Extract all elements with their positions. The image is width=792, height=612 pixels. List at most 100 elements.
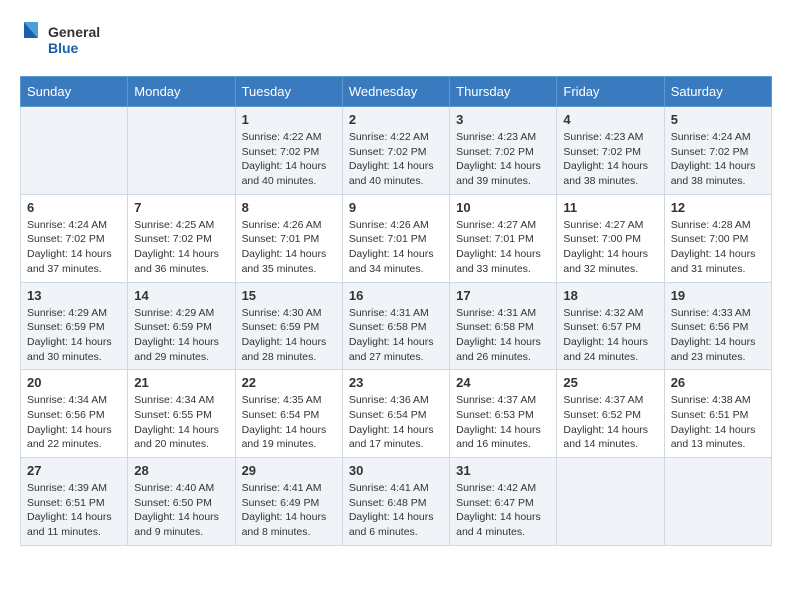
- cell-sun-info: Sunrise: 4:23 AMSunset: 7:02 PMDaylight:…: [456, 130, 550, 189]
- logo-container: General Blue: [20, 20, 130, 60]
- cell-sun-info: Sunrise: 4:29 AMSunset: 6:59 PMDaylight:…: [27, 306, 121, 365]
- cell-sun-info: Sunrise: 4:41 AMSunset: 6:49 PMDaylight:…: [242, 481, 336, 540]
- calendar-cell: 25Sunrise: 4:37 AMSunset: 6:52 PMDayligh…: [557, 370, 664, 458]
- calendar-cell: 17 Sunrise: 4:31 AMSunset: 6:58 PMDayligh…: [450, 282, 557, 370]
- cell-sun-info: Sunrise: 4:39 AMSunset: 6:51 PMDaylight:…: [27, 481, 121, 540]
- day-number: 15: [242, 288, 336, 303]
- cell-sun-info: Sunrise: 4:42 AMSunset: 6:47 PMDaylight:…: [456, 481, 550, 540]
- cell-sun-info: Sunrise: 4:24 AMSunset: 7:02 PMDaylight:…: [671, 130, 765, 189]
- logo-svg: General Blue: [20, 20, 130, 60]
- cell-sun-info: Sunrise: 4:40 AMSunset: 6:50 PMDaylight:…: [134, 481, 228, 540]
- day-number: 17: [456, 288, 550, 303]
- cell-sun-info: Sunrise: 4:32 AMSunset: 6:57 PMDaylight:…: [563, 306, 657, 365]
- day-number: 27: [27, 463, 121, 478]
- calendar-cell: 9 Sunrise: 4:26 AMSunset: 7:01 PMDaylight…: [342, 194, 449, 282]
- cell-sun-info: Sunrise: 4:29 AMSunset: 6:59 PMDaylight:…: [134, 306, 228, 365]
- calendar-cell: 19Sunrise: 4:33 AMSunset: 6:56 PMDayligh…: [664, 282, 771, 370]
- day-number: 16: [349, 288, 443, 303]
- day-number: 11: [563, 200, 657, 215]
- calendar-cell: 21 Sunrise: 4:34 AMSunset: 6:55 PMDayligh…: [128, 370, 235, 458]
- calendar-cell: 5Sunrise: 4:24 AMSunset: 7:02 PMDaylight…: [664, 107, 771, 195]
- calendar-cell: 15 Sunrise: 4:30 AMSunset: 6:59 PMDayligh…: [235, 282, 342, 370]
- cell-sun-info: Sunrise: 4:22 AMSunset: 7:02 PMDaylight:…: [242, 130, 336, 189]
- calendar-cell: 3 Sunrise: 4:23 AMSunset: 7:02 PMDaylight…: [450, 107, 557, 195]
- weekday-header-saturday: Saturday: [664, 77, 771, 107]
- day-number: 18: [563, 288, 657, 303]
- cell-sun-info: Sunrise: 4:31 AMSunset: 6:58 PMDaylight:…: [456, 306, 550, 365]
- calendar-cell: 12Sunrise: 4:28 AMSunset: 7:00 PMDayligh…: [664, 194, 771, 282]
- calendar-cell: 1Sunrise: 4:22 AMSunset: 7:02 PMDaylight…: [235, 107, 342, 195]
- cell-sun-info: Sunrise: 4:23 AMSunset: 7:02 PMDaylight:…: [563, 130, 657, 189]
- day-number: 9: [349, 200, 443, 215]
- day-number: 22: [242, 375, 336, 390]
- calendar-cell: 7Sunrise: 4:25 AMSunset: 7:02 PMDaylight…: [128, 194, 235, 282]
- svg-text:Blue: Blue: [48, 40, 79, 56]
- calendar-cell: [557, 458, 664, 546]
- calendar-cell: 24 Sunrise: 4:37 AMSunset: 6:53 PMDayligh…: [450, 370, 557, 458]
- cell-sun-info: Sunrise: 4:27 AMSunset: 7:01 PMDaylight:…: [456, 218, 550, 277]
- week-row-3: 13 Sunrise: 4:29 AMSunset: 6:59 PMDayligh…: [21, 282, 772, 370]
- calendar-cell: 10 Sunrise: 4:27 AMSunset: 7:01 PMDayligh…: [450, 194, 557, 282]
- calendar-table: SundayMondayTuesdayWednesdayThursdayFrid…: [20, 76, 772, 546]
- day-number: 28: [134, 463, 228, 478]
- calendar-cell: 22 Sunrise: 4:35 AMSunset: 6:54 PMDayligh…: [235, 370, 342, 458]
- day-number: 10: [456, 200, 550, 215]
- week-row-2: 6Sunrise: 4:24 AMSunset: 7:02 PMDaylight…: [21, 194, 772, 282]
- day-number: 31: [456, 463, 550, 478]
- calendar-cell: 4 Sunrise: 4:23 AMSunset: 7:02 PMDaylight…: [557, 107, 664, 195]
- calendar-cell: 6Sunrise: 4:24 AMSunset: 7:02 PMDaylight…: [21, 194, 128, 282]
- cell-sun-info: Sunrise: 4:41 AMSunset: 6:48 PMDaylight:…: [349, 481, 443, 540]
- day-number: 21: [134, 375, 228, 390]
- calendar-cell: 27 Sunrise: 4:39 AMSunset: 6:51 PMDayligh…: [21, 458, 128, 546]
- calendar-cell: 26 Sunrise: 4:38 AMSunset: 6:51 PMDayligh…: [664, 370, 771, 458]
- cell-sun-info: Sunrise: 4:36 AMSunset: 6:54 PMDaylight:…: [349, 393, 443, 452]
- day-number: 20: [27, 375, 121, 390]
- calendar-cell: 14 Sunrise: 4:29 AMSunset: 6:59 PMDayligh…: [128, 282, 235, 370]
- cell-sun-info: Sunrise: 4:22 AMSunset: 7:02 PMDaylight:…: [349, 130, 443, 189]
- weekday-header-wednesday: Wednesday: [342, 77, 449, 107]
- calendar-cell: 28 Sunrise: 4:40 AMSunset: 6:50 PMDayligh…: [128, 458, 235, 546]
- day-number: 3: [456, 112, 550, 127]
- cell-sun-info: Sunrise: 4:37 AMSunset: 6:53 PMDaylight:…: [456, 393, 550, 452]
- calendar-cell: [21, 107, 128, 195]
- calendar-cell: 31 Sunrise: 4:42 AMSunset: 6:47 PMDayligh…: [450, 458, 557, 546]
- week-row-4: 20 Sunrise: 4:34 AMSunset: 6:56 PMDayligh…: [21, 370, 772, 458]
- cell-sun-info: Sunrise: 4:31 AMSunset: 6:58 PMDaylight:…: [349, 306, 443, 365]
- cell-sun-info: Sunrise: 4:34 AMSunset: 6:55 PMDaylight:…: [134, 393, 228, 452]
- calendar-cell: 29Sunrise: 4:41 AMSunset: 6:49 PMDayligh…: [235, 458, 342, 546]
- calendar-cell: 18 Sunrise: 4:32 AMSunset: 6:57 PMDayligh…: [557, 282, 664, 370]
- cell-sun-info: Sunrise: 4:37 AMSunset: 6:52 PMDaylight:…: [563, 393, 657, 452]
- weekday-header-friday: Friday: [557, 77, 664, 107]
- calendar-cell: 11Sunrise: 4:27 AMSunset: 7:00 PMDayligh…: [557, 194, 664, 282]
- day-number: 4: [563, 112, 657, 127]
- day-number: 8: [242, 200, 336, 215]
- day-number: 30: [349, 463, 443, 478]
- cell-sun-info: Sunrise: 4:35 AMSunset: 6:54 PMDaylight:…: [242, 393, 336, 452]
- weekday-header-sunday: Sunday: [21, 77, 128, 107]
- day-number: 2: [349, 112, 443, 127]
- page-header: General Blue: [20, 20, 772, 60]
- day-number: 26: [671, 375, 765, 390]
- week-row-5: 27 Sunrise: 4:39 AMSunset: 6:51 PMDayligh…: [21, 458, 772, 546]
- day-number: 23: [349, 375, 443, 390]
- cell-sun-info: Sunrise: 4:26 AMSunset: 7:01 PMDaylight:…: [349, 218, 443, 277]
- cell-sun-info: Sunrise: 4:33 AMSunset: 6:56 PMDaylight:…: [671, 306, 765, 365]
- day-number: 14: [134, 288, 228, 303]
- day-number: 13: [27, 288, 121, 303]
- cell-sun-info: Sunrise: 4:26 AMSunset: 7:01 PMDaylight:…: [242, 218, 336, 277]
- weekday-header-tuesday: Tuesday: [235, 77, 342, 107]
- logo: General Blue: [20, 20, 130, 60]
- calendar-cell: 16 Sunrise: 4:31 AMSunset: 6:58 PMDayligh…: [342, 282, 449, 370]
- day-number: 12: [671, 200, 765, 215]
- calendar-cell: 23 Sunrise: 4:36 AMSunset: 6:54 PMDayligh…: [342, 370, 449, 458]
- day-number: 24: [456, 375, 550, 390]
- cell-sun-info: Sunrise: 4:25 AMSunset: 7:02 PMDaylight:…: [134, 218, 228, 277]
- calendar-cell: [664, 458, 771, 546]
- svg-text:General: General: [48, 24, 100, 40]
- weekday-header-monday: Monday: [128, 77, 235, 107]
- cell-sun-info: Sunrise: 4:38 AMSunset: 6:51 PMDaylight:…: [671, 393, 765, 452]
- calendar-cell: 13 Sunrise: 4:29 AMSunset: 6:59 PMDayligh…: [21, 282, 128, 370]
- day-number: 6: [27, 200, 121, 215]
- cell-sun-info: Sunrise: 4:34 AMSunset: 6:56 PMDaylight:…: [27, 393, 121, 452]
- cell-sun-info: Sunrise: 4:30 AMSunset: 6:59 PMDaylight:…: [242, 306, 336, 365]
